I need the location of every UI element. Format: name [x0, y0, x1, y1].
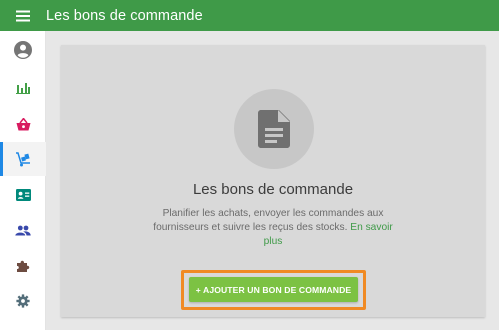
sidebar-item-integrations[interactable]: [0, 249, 46, 283]
empty-state-card: Les bons de commande Planifier les achat…: [61, 45, 485, 317]
main-content: Les bons de commande Planifier les achat…: [46, 31, 499, 330]
contact-card-icon: [15, 189, 31, 201]
bar-chart-icon: [16, 83, 30, 94]
sidebar-item-settings[interactable]: [0, 284, 46, 318]
sidebar-item-employees[interactable]: [0, 213, 46, 247]
page-title: Les bons de commande: [46, 7, 203, 24]
add-purchase-order-button[interactable]: + AJOUTER UN BON DE COMMANDE: [189, 277, 358, 302]
sidebar-item-customers[interactable]: [0, 178, 46, 212]
basket-icon: [16, 117, 30, 130]
account-circle-icon: [14, 41, 32, 59]
document-icon: [258, 110, 290, 148]
empty-state-description: Planifier les achats, envoyer les comman…: [153, 207, 393, 249]
top-app-bar: Les bons de commande: [0, 0, 499, 31]
sidebar-item-inventory[interactable]: [0, 142, 46, 176]
puzzle-icon: [17, 260, 30, 272]
empty-state-illustration: [234, 89, 314, 169]
empty-state-description-text: Planifier les achats, envoyer les comman…: [153, 208, 384, 233]
sidebar-item-sales[interactable]: [0, 107, 46, 141]
empty-state-title: Les bons de commande: [192, 181, 354, 198]
sidebar-item-account[interactable]: [0, 33, 46, 67]
dolly-boxes-icon: [16, 151, 30, 166]
gear-icon: [16, 294, 30, 308]
hamburger-menu-icon[interactable]: [0, 0, 46, 31]
sidebar: [0, 31, 46, 330]
sidebar-item-reports[interactable]: [0, 71, 46, 105]
people-icon: [15, 225, 31, 235]
